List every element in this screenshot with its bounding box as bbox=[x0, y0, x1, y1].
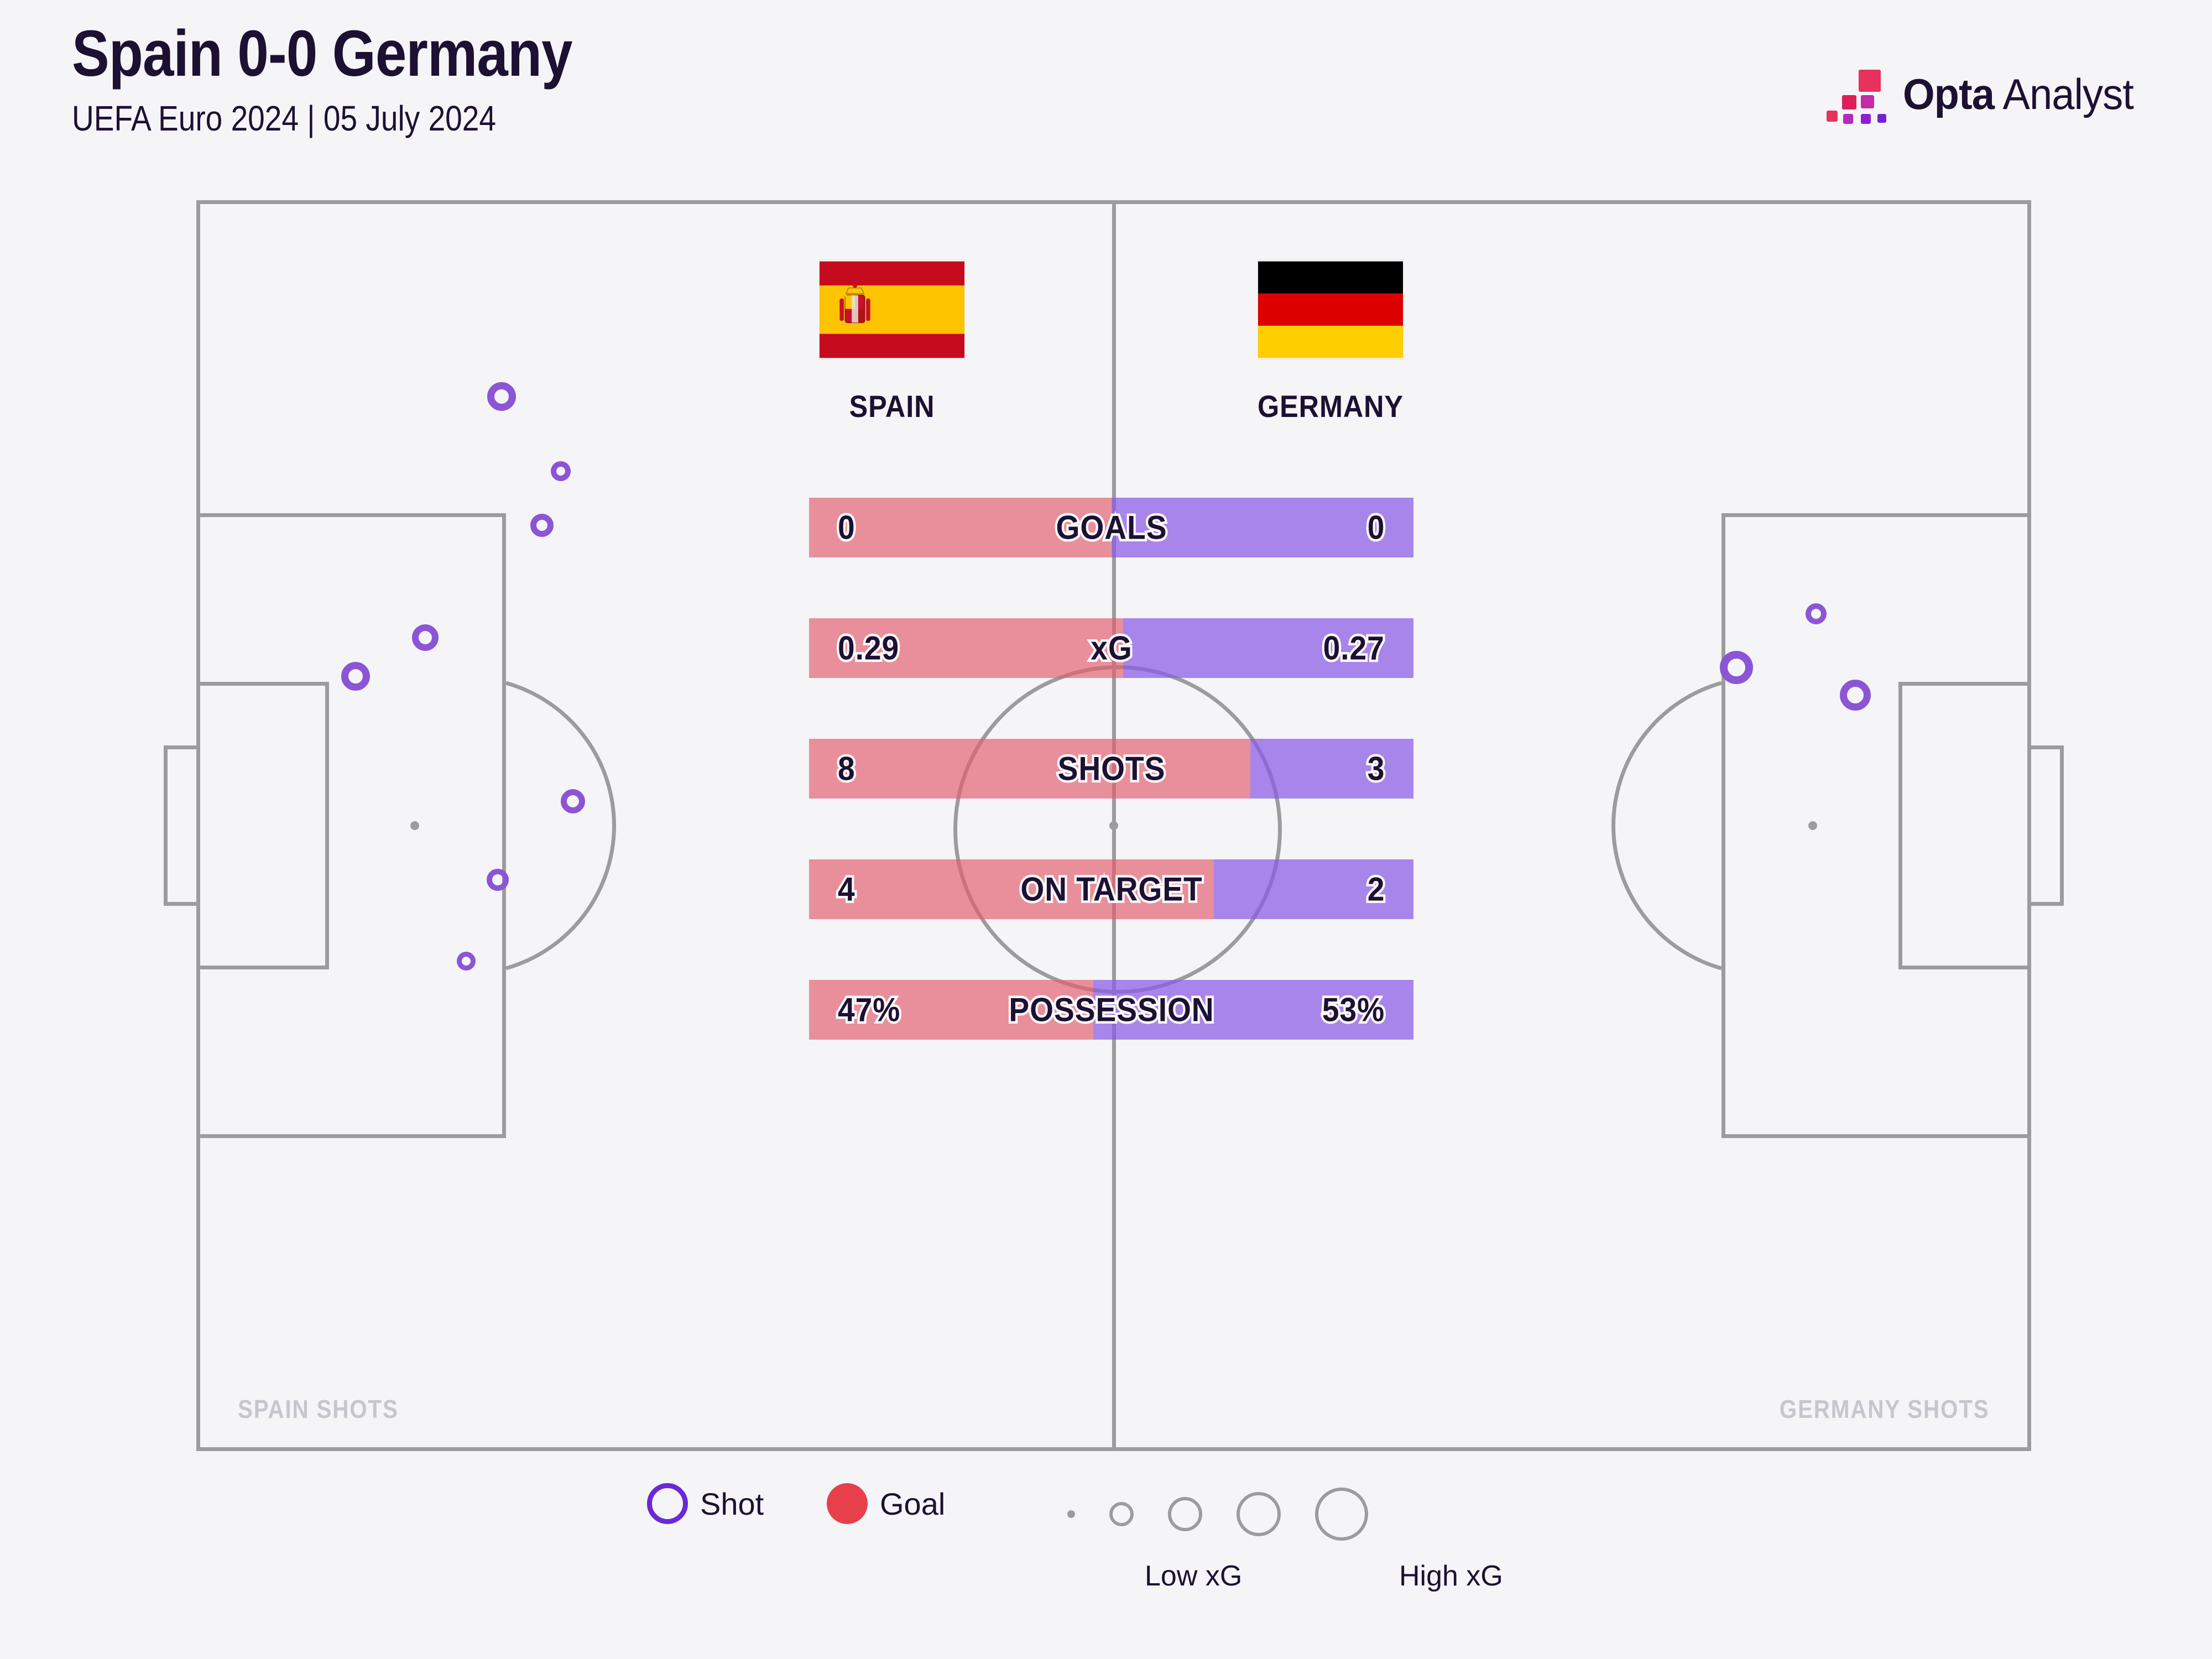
penalty-spot-left bbox=[410, 821, 419, 830]
six-yard-box-right bbox=[1898, 682, 2031, 969]
away-stat-value: 2 bbox=[1365, 868, 1386, 910]
home-bar-fill bbox=[809, 739, 1250, 799]
stat-label: xG bbox=[1088, 627, 1134, 669]
shot-marker bbox=[530, 514, 554, 537]
goal-right bbox=[2027, 745, 2064, 906]
six-yard-box-left bbox=[196, 682, 329, 969]
away-stat-value: 3 bbox=[1365, 748, 1386, 790]
stat-row-goals: 0 GOALS 0 bbox=[809, 498, 1413, 557]
stat-row-xg: 0.29 xG 0.27 bbox=[809, 618, 1413, 678]
logo-analyst-text: Analyst bbox=[1994, 69, 2134, 118]
shot-marker bbox=[487, 869, 509, 891]
page-subtitle: UEFA Euro 2024 | 05 July 2024 bbox=[72, 98, 497, 138]
away-shots-caption: GERMANY SHOTS bbox=[1780, 1395, 1990, 1423]
shot-marker bbox=[341, 662, 370, 691]
away-team-block: GERMANY bbox=[1248, 260, 1413, 424]
home-stat-value: 0 bbox=[836, 507, 857, 549]
home-stat-value: 4 bbox=[836, 868, 857, 910]
germany-flag-icon bbox=[1258, 261, 1403, 358]
shot-marker bbox=[561, 789, 585, 813]
stat-row-on-target: 4 ON TARGET 2 bbox=[809, 859, 1413, 919]
legend-shot-label: Shot bbox=[700, 1486, 764, 1521]
away-stat-value: 0 bbox=[1365, 507, 1386, 549]
xg-size-scale bbox=[1067, 1488, 1368, 1541]
penalty-spot-right bbox=[1808, 821, 1817, 830]
high-xg-label: High xG bbox=[1399, 1560, 1503, 1592]
team-header-row: SPAIN GERMANY bbox=[809, 260, 1413, 498]
stats-panel: SPAIN GERMANY 0 GOALS 0 0.29 xG 0.27 8 S… bbox=[809, 260, 1413, 1040]
stat-label: POSSESSION bbox=[1006, 989, 1216, 1031]
low-xg-label: Low xG bbox=[1145, 1560, 1243, 1592]
shot-marker bbox=[1806, 603, 1827, 624]
goal-dot-icon bbox=[827, 1483, 868, 1524]
shot-marker bbox=[487, 382, 516, 411]
stat-row-shots: 8 SHOTS 3 bbox=[809, 739, 1413, 799]
away-stat-value: 0.27 bbox=[1321, 627, 1386, 669]
opta-analyst-logo: Opta Analyst bbox=[1827, 61, 2146, 127]
legend-goal-label: Goal bbox=[880, 1486, 946, 1521]
header: Spain 0-0 Germany UEFA Euro 2024 | 05 Ju… bbox=[0, 0, 2212, 182]
home-team-block: SPAIN bbox=[809, 260, 975, 424]
away-bar-fill bbox=[1250, 739, 1413, 799]
shot-marker bbox=[412, 624, 439, 651]
logo-opta-text: Opta bbox=[1903, 69, 1995, 118]
away-stat-value: 53% bbox=[1320, 989, 1387, 1031]
stat-label: GOALS bbox=[1053, 507, 1168, 549]
shot-marker bbox=[1720, 651, 1753, 684]
xg-scale-circle-1 bbox=[1067, 1510, 1075, 1518]
shot-ring-icon bbox=[647, 1483, 688, 1524]
goal-left bbox=[164, 745, 200, 906]
xg-scale-circle-4 bbox=[1237, 1492, 1281, 1536]
stat-label: SHOTS bbox=[1055, 748, 1167, 790]
shot-marker bbox=[1840, 680, 1871, 711]
opta-staircase-icon bbox=[1827, 64, 1888, 124]
away-team-name: GERMANY bbox=[1258, 389, 1404, 424]
legend-shot: Shot bbox=[647, 1483, 764, 1524]
home-stat-value: 47% bbox=[836, 989, 902, 1031]
stat-label: ON TARGET bbox=[1018, 868, 1204, 910]
xg-scale-circle-3 bbox=[1168, 1497, 1202, 1531]
spain-flag-icon bbox=[820, 261, 964, 358]
home-team-name: SPAIN bbox=[849, 389, 935, 424]
xg-scale-circle-2 bbox=[1109, 1502, 1134, 1526]
shot-map-graphic: Spain 0-0 Germany UEFA Euro 2024 | 05 Ju… bbox=[0, 0, 2212, 1659]
home-stat-value: 8 bbox=[836, 748, 857, 790]
opta-analyst-wordmark: Opta Analyst bbox=[1903, 69, 2134, 119]
home-stat-value: 0.29 bbox=[836, 627, 901, 669]
legend-goal: Goal bbox=[827, 1483, 945, 1524]
legend: Shot Goal Low xG High xG bbox=[0, 1471, 2212, 1626]
shot-marker bbox=[457, 952, 476, 971]
page-title: Spain 0-0 Germany bbox=[72, 17, 573, 90]
xg-scale-circle-5 bbox=[1315, 1488, 1368, 1541]
stat-row-possession: 47% POSSESSION 53% bbox=[809, 980, 1413, 1040]
penalty-arc-left bbox=[506, 671, 688, 980]
home-shots-caption: SPAIN SHOTS bbox=[238, 1395, 399, 1423]
shot-marker bbox=[551, 461, 571, 481]
penalty-arc-right bbox=[1539, 671, 1721, 980]
